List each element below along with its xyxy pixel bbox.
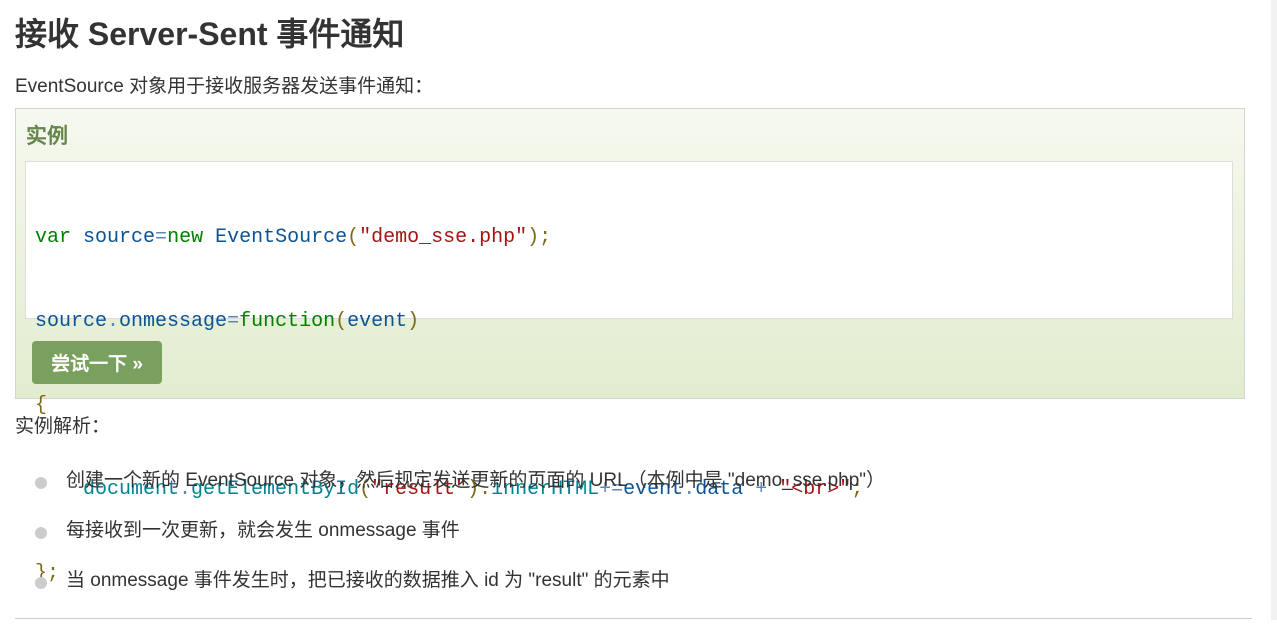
try-it-button[interactable]: 尝试一下 » [32, 341, 162, 384]
list-item: 每接收到一次更新，就会发生 onmessage 事件 [15, 506, 885, 556]
list-item-text: 当 onmessage 事件发生时，把已接收的数据推入 id 为 "result… [66, 570, 670, 591]
code-line-3: { [35, 394, 48, 417]
code-line-2: source.onmessage=function(event) [35, 310, 420, 333]
list-item: 创建一个新的 EventSource 对象，然后规定发送更新的页面的 URL（本… [15, 456, 885, 506]
section-divider [15, 618, 1252, 619]
bullet-icon [35, 527, 47, 539]
scrollbar-track[interactable] [1271, 0, 1277, 620]
example-box: 实例 var source=new EventSource("demo_sse.… [15, 108, 1245, 585]
list-item-text: 创建一个新的 EventSource 对象，然后规定发送更新的页面的 URL（本… [66, 470, 886, 491]
analysis-heading: 实例解析： [15, 416, 111, 437]
list-item: 当 onmessage 事件发生时，把已接收的数据推入 id 为 "result… [15, 556, 885, 606]
intro-text: EventSource 对象用于接收服务器发送事件通知： [15, 76, 434, 97]
analysis-list: 创建一个新的 EventSource 对象，然后规定发送更新的页面的 URL（本… [15, 456, 885, 606]
bullet-icon [35, 577, 47, 589]
bullet-icon [35, 477, 47, 489]
code-block: var source=new EventSource("demo_sse.php… [25, 161, 1233, 585]
page-title: 接收 Server-Sent 事件通知 [15, 16, 405, 52]
code-line-1: var source=new EventSource("demo_sse.php… [35, 226, 552, 249]
list-item-text: 每接收到一次更新，就会发生 onmessage 事件 [66, 520, 460, 541]
example-heading: 实例 [26, 125, 68, 148]
